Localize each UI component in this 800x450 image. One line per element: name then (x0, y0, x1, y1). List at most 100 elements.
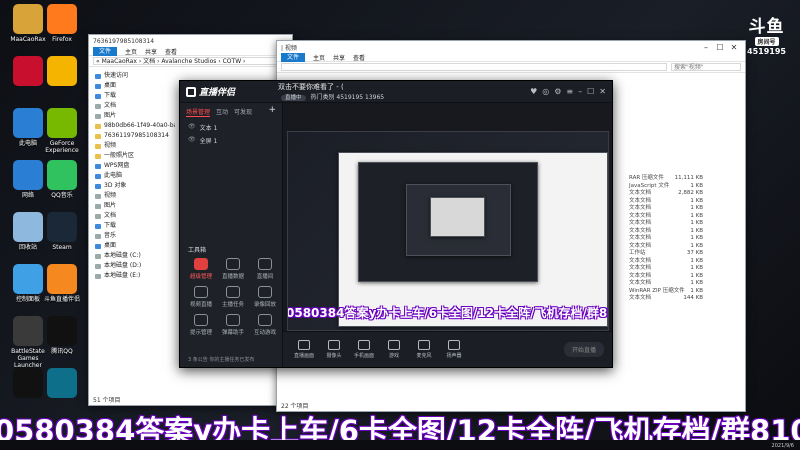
tool-icon (194, 286, 208, 298)
notice-text[interactable]: 3 条公告 你的主播任务已发布 (188, 356, 282, 363)
nav-item[interactable]: 桌面 (89, 241, 175, 251)
tool-icon (226, 314, 240, 326)
desktop-icon[interactable]: Firefox (38, 4, 86, 43)
search-input[interactable]: 搜索"视频" (671, 63, 741, 71)
desktop-icon[interactable]: Steam (38, 212, 86, 251)
file-cell: 11,111 KB (674, 175, 703, 181)
nav-item[interactable]: 图片 (89, 111, 175, 121)
minimize-icon[interactable]: – (578, 87, 582, 96)
desktop-icon[interactable]: 斗鱼直播伴侣 (38, 264, 86, 303)
breadcrumb[interactable]: « MaaCaoRax › 文档 › Avalanche Studios › C… (93, 57, 288, 65)
source-button[interactable]: 直播画面 (291, 340, 317, 359)
breadcrumb[interactable] (281, 63, 667, 71)
layer-item[interactable]: 👁 文本 1 (180, 121, 282, 134)
nav-item[interactable]: 文档 (89, 211, 175, 221)
desktop-icon[interactable] (38, 368, 86, 400)
nav-item[interactable]: 3D 对象 (89, 181, 175, 191)
nav-item[interactable]: 本地磁盘 (E:) (89, 271, 175, 281)
ribbon-tab[interactable]: 主页 (313, 53, 325, 62)
nav-item-label: 3D 对象 (104, 182, 127, 189)
titlebar[interactable]: | 视频 – ☐ ✕ (277, 41, 745, 53)
nav-item[interactable]: 视频 (89, 191, 175, 201)
address-bar[interactable]: « MaaCaoRax › 文档 › Avalanche Studios › C… (89, 56, 292, 67)
desktop-icon[interactable]: QQ音乐 (38, 160, 86, 199)
ribbon-tab[interactable]: 查看 (353, 53, 365, 62)
toolbox-item[interactable]: 提示管理 (186, 314, 216, 336)
toolbox-item[interactable]: 直播间 (250, 258, 280, 280)
toolbox-item[interactable]: 互动游戏 (250, 314, 280, 336)
ribbon-tab[interactable]: 文件 (281, 52, 306, 62)
source-button[interactable]: 麦克风 (411, 340, 437, 359)
nav-item-label: 音乐 (104, 232, 117, 239)
maximize-icon[interactable]: ☐ (587, 87, 594, 96)
viewer-count: 13965 (365, 94, 385, 101)
toolbox-item[interactable]: 超级管理 (186, 258, 216, 280)
toolbox-item[interactable]: 弹幕助手 (218, 314, 248, 336)
nav-item-label: 98b0db66-1f49-40a0-bae3-5046 (104, 122, 175, 129)
desktop-icon[interactable]: 腾讯QQ (38, 316, 86, 355)
titlebar[interactable]: 7636197985108314 (89, 35, 292, 47)
watermark-brand: 斗鱼 (748, 17, 785, 37)
nav-item[interactable]: 本地磁盘 (D:) (89, 261, 175, 271)
gift-icon[interactable]: ♥ (530, 87, 537, 96)
settings-icon[interactable]: ⚙ (554, 87, 561, 96)
scene-tab[interactable]: 场景管理 (186, 107, 211, 117)
nav-item[interactable]: WPS网盘 (89, 161, 175, 171)
nav-item-label: 桌面 (104, 82, 117, 89)
minimize-icon[interactable]: – (699, 43, 713, 52)
add-scene-icon[interactable]: + (268, 106, 276, 117)
nav-item[interactable]: 76361197985108314 (89, 131, 175, 141)
ribbon-tab[interactable]: 共享 (145, 47, 157, 56)
ribbon-tab[interactable]: 查看 (165, 47, 177, 56)
address-bar[interactable]: 搜索"视频" (277, 62, 745, 73)
file-size-column: 11,111 KB 1 KB 2,882 KB 1 KB 1 KB 1 KB 1 KB 1 K… (669, 175, 703, 303)
nav-item[interactable]: 下载 (89, 91, 175, 101)
file-cell: 1 KB (690, 227, 703, 234)
toolbox-item[interactable]: 主播任务 (218, 286, 248, 308)
nav-item[interactable]: 一般照片区 (89, 151, 175, 161)
file-cell: 37 KB (686, 250, 703, 256)
source-button[interactable]: 扬声器 (441, 340, 467, 359)
streaming-app-window[interactable]: 直播伴侣 双击不要你难看了 - ( 直播中 热门类别 4519195 13965… (179, 80, 613, 368)
nav-item[interactable]: 此电脑 (89, 171, 175, 181)
source-button[interactable]: 手机画面 (351, 340, 377, 359)
source-button[interactable]: 摄像头 (321, 340, 347, 359)
nav-item[interactable]: 本地磁盘 (C:) (89, 251, 175, 261)
ribbon-tab[interactable]: 共享 (333, 53, 345, 62)
nav-item[interactable]: 桌面 (89, 81, 175, 91)
nav-item[interactable]: 98b0db66-1f49-40a0-bae3-5046 (89, 121, 175, 131)
firefox-icon (47, 4, 77, 34)
nav-item[interactable]: 视频 (89, 141, 175, 151)
close-icon[interactable]: ✕ (599, 87, 606, 96)
stream-preview[interactable]: 0580384答案y办卡上车/6卡全图/12卡全阵/飞机存档/群810 (287, 131, 609, 331)
nav-item[interactable]: 图片 (89, 201, 175, 211)
nav-item[interactable]: 音乐 (89, 231, 175, 241)
layer-item[interactable]: 👁 全屏 1 (180, 134, 282, 147)
nav-item[interactable]: 下载 (89, 221, 175, 231)
nav-item[interactable]: 文档 (89, 101, 175, 111)
toolbox-item[interactable]: 直播数据 (218, 258, 248, 280)
nav-item-label: 76361197985108314 (104, 132, 169, 139)
toolbox-item[interactable]: 视频直播 (186, 286, 216, 308)
bell-icon[interactable]: ◎ (542, 87, 549, 96)
desktop-icon[interactable]: GeForce Experience (38, 108, 86, 154)
nav-item[interactable]: 快速访问 (89, 71, 175, 81)
file-cell: 2,882 KB (678, 190, 703, 196)
category-label[interactable]: 热门类别 (310, 94, 334, 101)
start-live-button[interactable]: 开始直播 (563, 342, 604, 357)
ribbon-tab[interactable]: 文件 (93, 46, 118, 56)
scene-tab[interactable]: 互动 (216, 107, 228, 117)
visibility-icon[interactable]: 👁 (188, 136, 196, 145)
scene-tab[interactable]: 可发现 (234, 107, 252, 117)
stream-info: 双击不要你难看了 - ( 直播中 热门类别 4519195 13965 (278, 82, 530, 101)
app-top-bar[interactable]: 直播伴侣 双击不要你难看了 - ( 直播中 热门类别 4519195 13965… (180, 81, 612, 103)
ribbon-tab[interactable]: 主页 (125, 47, 137, 56)
visibility-icon[interactable]: 👁 (188, 123, 196, 132)
desktop-icon[interactable] (38, 56, 86, 88)
source-button[interactable]: 游戏 (381, 340, 407, 359)
menu-icon[interactable]: ≡ (566, 87, 573, 96)
close-icon[interactable]: ✕ (727, 43, 741, 52)
toolbox-item[interactable]: 录像回放 (250, 286, 280, 308)
maximize-icon[interactable]: ☐ (713, 43, 727, 52)
tool-icon (226, 258, 240, 270)
